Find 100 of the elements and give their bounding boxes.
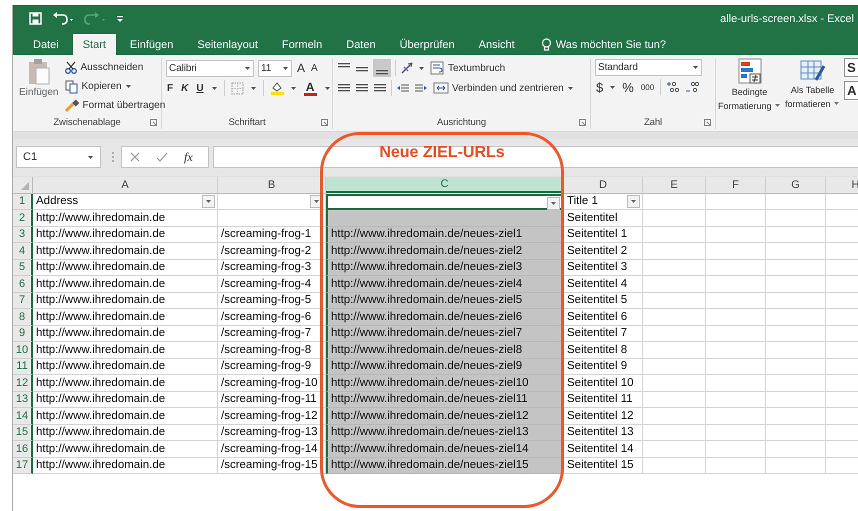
empty-cell — [706, 326, 766, 342]
ribbon-tab[interactable]: Einfügen — [120, 34, 184, 55]
insert-function-button[interactable]: fx — [184, 150, 193, 164]
ribbon-tab[interactable]: Seitenlayout — [187, 34, 268, 55]
row-header[interactable]: 3 — [13, 226, 33, 243]
row-header[interactable]: 1 — [13, 194, 33, 210]
caret-icon[interactable] — [692, 64, 699, 71]
column-header[interactable]: F — [706, 177, 766, 194]
caret-icon[interactable] — [550, 200, 557, 206]
caret-icon[interactable] — [324, 84, 331, 92]
row-header[interactable]: 13 — [13, 392, 33, 408]
ribbon-tab[interactable]: Überprüfen — [390, 34, 465, 55]
fill-color-icon[interactable] — [270, 81, 284, 95]
format-as-table-button[interactable]: Als Tabelle formatieren — [783, 58, 842, 129]
caret-icon[interactable] — [566, 84, 574, 92]
row-header[interactable]: 16 — [13, 441, 33, 458]
row-header[interactable]: 14 — [13, 408, 33, 424]
customize-icon[interactable] — [116, 13, 124, 24]
lightbulb-icon[interactable] — [540, 38, 552, 51]
ribbon-tab[interactable]: Datei — [23, 34, 69, 55]
formula-input[interactable] — [213, 146, 858, 168]
underline-button[interactable]: U — [195, 80, 205, 96]
borders-icon[interactable] — [230, 82, 244, 94]
caret-icon[interactable] — [418, 64, 425, 72]
grow-font-button[interactable]: A — [296, 60, 306, 76]
orientation-icon[interactable] — [400, 61, 414, 75]
row-header[interactable]: 2 — [13, 210, 33, 226]
bottom-align-icon[interactable] — [373, 59, 391, 77]
caret-icon[interactable] — [630, 198, 637, 204]
save-icon[interactable] — [29, 12, 42, 25]
row-header[interactable]: 10 — [13, 342, 33, 358]
ribbon-tab[interactable]: Ansicht — [468, 34, 525, 55]
filter-button[interactable] — [547, 196, 560, 210]
filter-button[interactable] — [202, 194, 215, 208]
row-header[interactable]: 8 — [13, 309, 33, 326]
bold-button[interactable]: F — [166, 80, 174, 96]
style-gallery-item[interactable]: A — [844, 81, 858, 100]
column-header[interactable]: C — [326, 177, 564, 193]
thousands-button[interactable]: 000 — [640, 78, 656, 96]
ribbon-tab[interactable]: Start — [72, 34, 116, 55]
column-header[interactable]: E — [643, 177, 706, 194]
caret-icon[interactable] — [282, 64, 289, 72]
wrap-text-button[interactable]: Textumbruch — [429, 60, 506, 76]
row-header[interactable]: 9 — [13, 326, 33, 342]
undo-icon[interactable] — [52, 12, 74, 25]
column-header[interactable]: A — [33, 177, 218, 194]
ribbon-tab[interactable]: Formeln — [272, 34, 332, 55]
copy-button[interactable]: Kopieren — [64, 78, 166, 95]
increase-decimal-icon[interactable] — [666, 80, 680, 94]
row-header[interactable]: 4 — [13, 243, 33, 260]
paste-button[interactable]: Einfügen — [17, 58, 60, 116]
row-header[interactable]: 12 — [13, 375, 33, 392]
checkmark-icon[interactable] — [156, 152, 168, 162]
empty-cell — [643, 226, 706, 243]
caret-icon[interactable] — [290, 84, 297, 92]
dialog-launcher-icon[interactable] — [321, 119, 328, 126]
scissors-icon — [65, 61, 78, 74]
caret-icon[interactable] — [205, 198, 212, 204]
merge-center-button[interactable]: Verbinden und zentrieren — [432, 80, 575, 96]
caret-icon[interactable] — [774, 102, 782, 109]
format-painter-button[interactable]: Format übertragen — [64, 97, 166, 114]
caret-icon[interactable] — [210, 84, 218, 92]
row-header[interactable]: 5 — [13, 260, 33, 276]
caret-icon[interactable] — [87, 154, 94, 160]
decrease-decimal-icon[interactable] — [685, 80, 700, 94]
caret-icon[interactable] — [313, 198, 320, 204]
column-header[interactable]: G — [766, 177, 826, 194]
number-format-field[interactable]: Standard — [595, 59, 702, 76]
dialog-launcher-icon[interactable] — [579, 119, 586, 126]
caret-icon[interactable] — [250, 84, 257, 92]
group-label: Zwischenablage — [53, 117, 121, 128]
column-header[interactable]: B — [218, 177, 326, 194]
drag-handle-icon[interactable] — [111, 150, 115, 164]
column-header[interactable]: D — [564, 177, 643, 194]
font-color-button[interactable]: A — [302, 78, 318, 98]
row-header[interactable]: 15 — [13, 424, 33, 441]
font-name-field[interactable]: Calibri — [166, 60, 254, 76]
row-header[interactable]: 17 — [13, 458, 33, 474]
percent-button[interactable]: % — [621, 78, 635, 96]
dialog-launcher-icon[interactable] — [150, 119, 157, 126]
caret-icon[interactable] — [124, 83, 132, 90]
row-header[interactable]: 11 — [13, 358, 33, 375]
conditional-formatting-button[interactable]: Bedingte Formatierung — [716, 58, 784, 129]
tell-me-field[interactable]: Was möchten Sie tun? — [556, 38, 666, 50]
caret-icon[interactable] — [244, 64, 251, 72]
style-gallery-item[interactable]: S — [844, 58, 858, 77]
shrink-font-button[interactable]: A — [310, 60, 319, 76]
caret-icon[interactable] — [609, 84, 616, 90]
row-header[interactable]: 7 — [13, 292, 33, 309]
cancel-icon[interactable] — [130, 152, 140, 162]
row-header[interactable]: 6 — [13, 276, 33, 292]
font-size-field[interactable]: 11 — [258, 60, 292, 76]
dialog-launcher-icon[interactable] — [704, 119, 711, 126]
caret-icon[interactable] — [833, 100, 840, 107]
ribbon-tab[interactable]: Daten — [336, 34, 386, 55]
name-box[interactable]: C1 — [16, 146, 101, 168]
currency-button[interactable]: $ — [595, 78, 604, 96]
italic-button[interactable]: K — [180, 80, 190, 96]
filter-button[interactable] — [627, 194, 640, 208]
cut-button[interactable]: Ausschneiden — [64, 59, 166, 76]
